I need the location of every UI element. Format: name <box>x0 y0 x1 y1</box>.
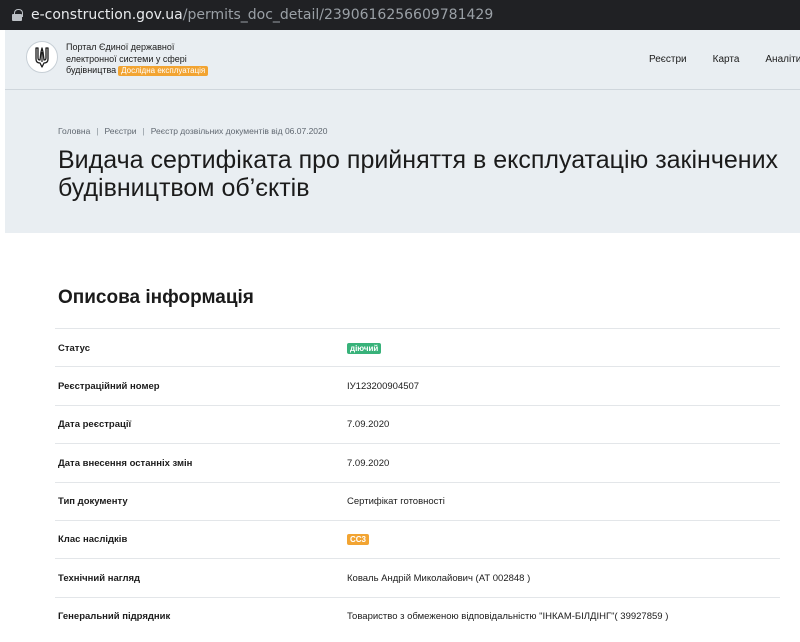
row-value: Товариство з обмеженою відповідальністю … <box>347 611 669 623</box>
row-label: Клас наслідків <box>58 534 128 546</box>
status-badge: діючий <box>347 342 382 354</box>
row-value: СС3 <box>347 521 370 559</box>
main-nav: Реєстри Карта Аналіти <box>649 54 800 65</box>
nav-map[interactable]: Карта <box>713 54 740 65</box>
portal-name-line3: будівництва <box>66 65 117 75</box>
row-label: Статус <box>58 342 91 354</box>
table-row: Статус діючий <box>55 328 780 366</box>
top-navbar: Портал Єдиної державної електронної сист… <box>5 30 800 90</box>
url-path: /permits_doc_detail/2390616256609781429 <box>182 7 494 23</box>
row-value: ІУ123200904507 <box>347 380 420 392</box>
row-label: Реєстраційний номер <box>58 380 160 392</box>
row-label: Дата внесення останніх змін <box>58 457 193 469</box>
consequence-class-badge: СС3 <box>347 534 370 546</box>
row-value: 7.09.2020 <box>347 419 390 431</box>
row-label: Дата реєстрації <box>58 419 132 431</box>
nav-registries[interactable]: Реєстри <box>649 54 687 65</box>
table-row: Клас наслідків СС3 <box>55 519 780 559</box>
table-row: Тип документу Сертифікат готовності <box>55 481 780 520</box>
page-title: Видача сертифіката про прийняття в експл… <box>58 146 779 202</box>
table-row: Генеральний підрядник Товариство з обмеж… <box>55 596 780 635</box>
row-value: діючий <box>347 329 382 367</box>
portal-name[interactable]: Портал Єдиної державної електронної сист… <box>66 42 236 77</box>
trident-emblem-icon[interactable] <box>26 41 58 73</box>
nav-analytics[interactable]: Аналіти <box>765 54 800 65</box>
row-label: Генеральний підрядник <box>58 611 171 623</box>
row-label: Технічний нагляд <box>58 572 141 584</box>
row-value: 7.09.2020 <box>347 457 390 469</box>
browser-address-bar[interactable]: e-construction.gov.ua/permits_doc_detail… <box>0 0 800 30</box>
portal-name-line2: електронної системи у сфері <box>66 53 187 64</box>
url-text[interactable]: e-construction.gov.ua/permits_doc_detail… <box>31 7 493 23</box>
table-row: Технічний нагляд Коваль Андрій Миколайов… <box>55 558 780 596</box>
row-value: Сертифікат готовності <box>347 496 445 508</box>
row-value: Коваль Андрій Миколайович (АТ 002848 ) <box>347 572 531 584</box>
page-header: Портал Єдиної державної електронної сист… <box>5 30 800 233</box>
info-table: Статус діючий Реєстраційний номер ІУ1232… <box>55 328 780 635</box>
table-row: Дата реєстрації 7.09.2020 <box>55 404 780 443</box>
breadcrumb-registries[interactable]: Реєстри <box>105 126 137 136</box>
portal-name-line1: Портал Єдиної державної <box>66 42 175 52</box>
row-label: Тип документу <box>58 496 128 508</box>
url-host: e-construction.gov.ua <box>31 7 183 23</box>
breadcrumb: Головна | Реєстри | Реєстр дозвільних докуме… <box>58 126 328 136</box>
breadcrumb-home[interactable]: Головна <box>58 126 90 136</box>
section-title: Описова інформація <box>58 287 254 308</box>
breadcrumb-registry[interactable]: Реєстр дозвільних документів від 06.07.2… <box>151 126 328 136</box>
table-row: Реєстраційний номер ІУ123200904507 <box>55 366 780 404</box>
beta-badge: Дослідна експлуатація <box>118 66 209 76</box>
table-row: Дата внесення останніх змін 7.09.2020 <box>55 443 780 481</box>
lock-icon <box>12 9 23 21</box>
